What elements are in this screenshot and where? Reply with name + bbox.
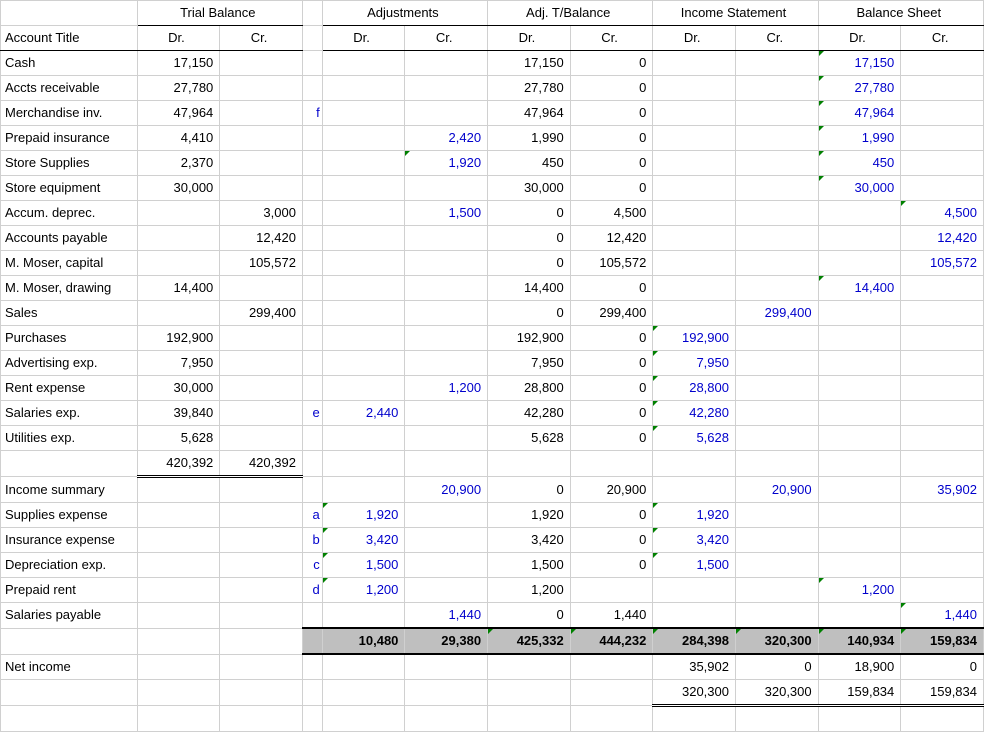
table-row: Store Supplies2,3701,9204500450 xyxy=(1,151,984,176)
table-row: Accts receivable27,78027,780027,780 xyxy=(1,76,984,101)
table-row: Prepaid insurance4,4102,4201,99001,990 xyxy=(1,126,984,151)
table-row: Depreciation exp.c1,5001,50001,500 xyxy=(1,553,984,578)
header-row-drcr: Account Title Dr. Cr. Dr. Cr. Dr. Cr. Dr… xyxy=(1,26,984,51)
table-row: M. Moser, drawing14,40014,400014,400 xyxy=(1,276,984,301)
table-row: Utilities exp.5,6285,62805,628 xyxy=(1,426,984,451)
column-totals-row: 10,48029,380425,332444,232284,398320,300… xyxy=(1,628,984,654)
hdr-income-stmt: Income Statement xyxy=(653,1,818,26)
table-row: Rent expense30,0001,20028,800028,800 xyxy=(1,376,984,401)
table-row: Merchandise inv.47,964f47,964047,964 xyxy=(1,101,984,126)
table-row: Cash17,15017,150017,150 xyxy=(1,51,984,76)
hdr-adj-tb: Adj. T/Balance xyxy=(488,1,653,26)
header-row-groups: Trial Balance Adjustments Adj. T/Balance… xyxy=(1,1,984,26)
hdr-adjustments: Adjustments xyxy=(322,1,487,26)
table-row: Sales299,4000299,400299,400 xyxy=(1,301,984,326)
table-row: Prepaid rentd1,2001,2001,200 xyxy=(1,578,984,603)
table-row: Purchases192,900192,9000192,900 xyxy=(1,326,984,351)
trial-balance-total-row: 420,392420,392 xyxy=(1,451,984,477)
grand-total-row: 320,300320,300159,834159,834 xyxy=(1,680,984,706)
net-income-row: Net income35,902018,9000 xyxy=(1,654,984,680)
hdr-trial-balance: Trial Balance xyxy=(137,1,302,26)
table-row: Store equipment30,00030,000030,000 xyxy=(1,176,984,201)
table-row: M. Moser, capital105,5720105,572105,572 xyxy=(1,251,984,276)
table-row: Salaries exp.39,840e2,44042,280042,280 xyxy=(1,401,984,426)
table-row: Advertising exp.7,9507,95007,950 xyxy=(1,351,984,376)
hdr-balance-sheet: Balance Sheet xyxy=(818,1,983,26)
hdr-account-title: Account Title xyxy=(1,26,138,51)
table-row: Accounts payable12,420012,42012,420 xyxy=(1,226,984,251)
table-row: Income summary20,900020,90020,90035,902 xyxy=(1,477,984,503)
table-row: Insurance expenseb3,4203,42003,420 xyxy=(1,528,984,553)
table-row: Salaries payable1,44001,4401,440 xyxy=(1,603,984,629)
worksheet-table: Trial Balance Adjustments Adj. T/Balance… xyxy=(0,0,984,732)
table-row: Accum. deprec.3,0001,50004,5004,500 xyxy=(1,201,984,226)
table-row: Supplies expensea1,9201,92001,920 xyxy=(1,503,984,528)
